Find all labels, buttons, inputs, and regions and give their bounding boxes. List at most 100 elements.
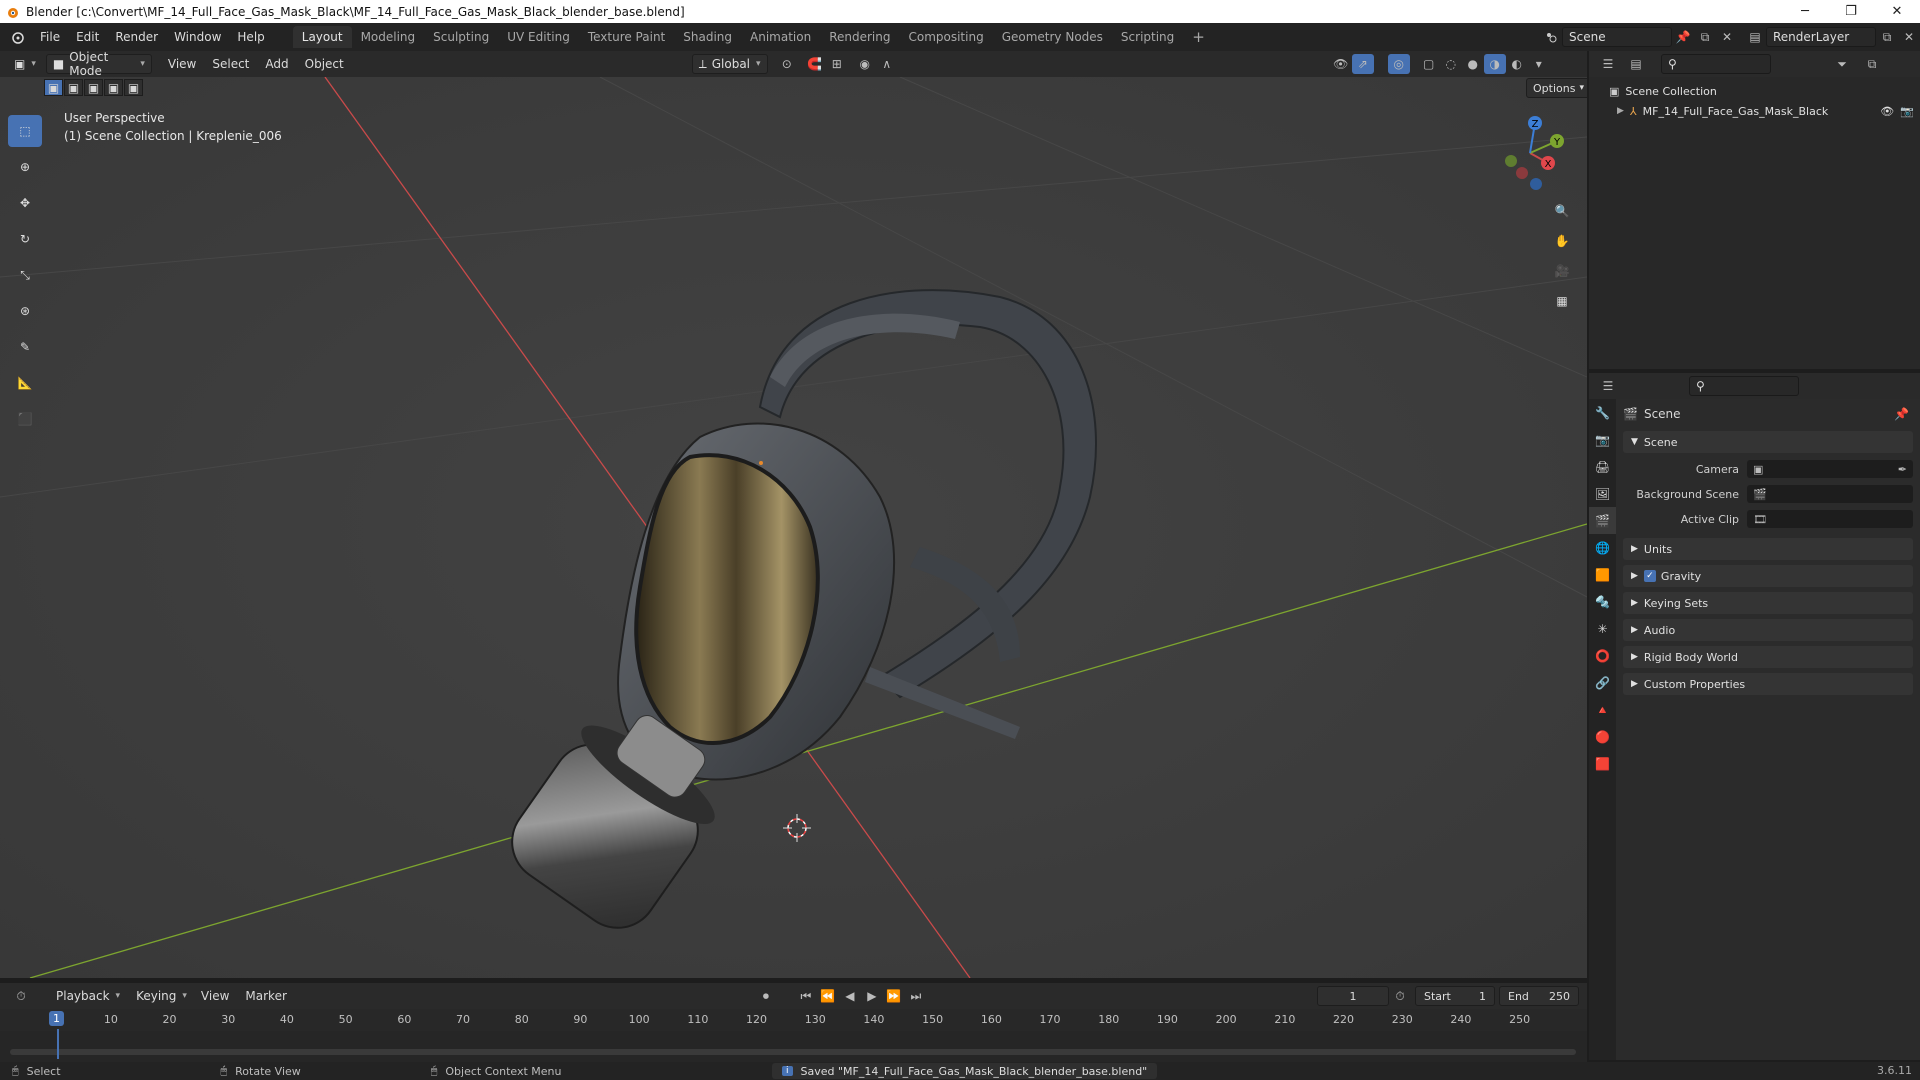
- snap-target-icon[interactable]: ⊞: [826, 54, 848, 74]
- menu-file[interactable]: File: [32, 26, 68, 48]
- annotate-tool-icon[interactable]: ✎: [8, 331, 42, 363]
- outliner-row-scene-collection[interactable]: ▣ Scene Collection: [1589, 81, 1920, 101]
- playback-menu[interactable]: Playback ▾: [50, 986, 126, 1006]
- custom-properties-section[interactable]: ▶ Custom Properties: [1623, 673, 1913, 695]
- filter-icon[interactable]: ⏷: [1831, 54, 1853, 74]
- display-mode-icon[interactable]: ▤: [1625, 54, 1647, 74]
- snap-icon[interactable]: 🧲: [804, 54, 826, 74]
- menu-help[interactable]: Help: [229, 26, 272, 48]
- orientation-dropdown[interactable]: ⟂ Global ▾: [691, 54, 768, 74]
- outliner-search-input[interactable]: ⚲: [1661, 54, 1771, 74]
- render-tab-icon[interactable]: 📷: [1589, 426, 1616, 453]
- timeline-editor-type-icon[interactable]: ⏱: [10, 986, 32, 1006]
- play-icon[interactable]: ▶: [861, 986, 883, 1006]
- next-keyframe-icon[interactable]: ⏩: [883, 986, 905, 1006]
- pin-icon[interactable]: 📌: [1894, 407, 1909, 421]
- tab-layout[interactable]: Layout: [292, 26, 352, 48]
- scene-tab-icon[interactable]: 🎬: [1589, 507, 1616, 534]
- physics-tab-icon[interactable]: ⭕: [1589, 642, 1616, 669]
- new-collection-icon[interactable]: ⧉: [1861, 54, 1883, 74]
- pivot-icon[interactable]: ⊙: [776, 54, 798, 74]
- eyedropper-icon[interactable]: ✒: [1898, 463, 1907, 476]
- eye-icon[interactable]: 👁: [1880, 105, 1894, 118]
- current-frame-field[interactable]: 1: [1317, 986, 1389, 1006]
- tab-texture-paint[interactable]: Texture Paint: [579, 26, 674, 48]
- renderlayer-selector[interactable]: RenderLayer: [1766, 27, 1876, 47]
- tab-geometry-nodes[interactable]: Geometry Nodes: [993, 26, 1112, 48]
- preview-range-icon[interactable]: ⏱: [1389, 986, 1411, 1006]
- start-frame-field[interactable]: Start 1: [1415, 986, 1495, 1006]
- 3d-viewport[interactable]: ▣ ▣ ▣ ▣ ▣ Options ▾ ⬚ ⊕ ✥ ↻ ⤡ ⊛ ✎ 📐 ⬛ Use…: [0, 77, 1587, 978]
- scene-selector[interactable]: Scene: [1562, 27, 1672, 47]
- vp-menu-add[interactable]: Add: [257, 53, 296, 75]
- new-scene-icon[interactable]: ⧉: [1694, 27, 1716, 47]
- falloff-icon[interactable]: ∧: [876, 54, 898, 74]
- audio-section[interactable]: ▶ Audio: [1623, 619, 1913, 641]
- jump-end-icon[interactable]: ⏭: [905, 986, 927, 1006]
- navigation-gizmo[interactable]: X Y Z: [1490, 113, 1570, 193]
- end-frame-field[interactable]: End 250: [1499, 986, 1579, 1006]
- gravity-checkbox[interactable]: ✓: [1643, 570, 1656, 582]
- visibility-icon[interactable]: 👁: [1330, 54, 1352, 74]
- data-tab-icon[interactable]: 🔺: [1589, 696, 1616, 723]
- jump-start-icon[interactable]: ⏮: [795, 986, 817, 1006]
- timeline-view-menu[interactable]: View: [193, 989, 237, 1003]
- vp-menu-object[interactable]: Object: [297, 53, 352, 75]
- timeline-marker-menu[interactable]: Marker: [237, 989, 294, 1003]
- select-invert-icon[interactable]: ▣: [104, 79, 123, 96]
- tab-scripting[interactable]: Scripting: [1112, 26, 1183, 48]
- camera-view-icon[interactable]: 🎥: [1548, 257, 1576, 285]
- texture-tab-icon[interactable]: 🟥: [1589, 750, 1616, 777]
- select-extend-icon[interactable]: ▣: [64, 79, 83, 96]
- delete-renderlayer-icon[interactable]: ✕: [1898, 27, 1920, 47]
- scale-tool-icon[interactable]: ⤡: [8, 259, 42, 291]
- particles-tab-icon[interactable]: ✳: [1589, 615, 1616, 642]
- keying-menu[interactable]: Keying ▾: [130, 986, 193, 1006]
- maximize-button[interactable]: ❐: [1828, 0, 1874, 23]
- frame-ruler[interactable]: 1 10 20 30 40 50 60 70 80 90 100 110 120 130 140 150 160…: [0, 1009, 1587, 1031]
- background-scene-field[interactable]: 🎬: [1747, 485, 1913, 503]
- gizmo-toggle-icon[interactable]: ⇗: [1351, 54, 1374, 74]
- camera-render-icon[interactable]: 📷: [1900, 105, 1914, 118]
- menu-window[interactable]: Window: [166, 26, 229, 48]
- properties-search-input[interactable]: ⚲: [1689, 376, 1799, 396]
- select-intersect-icon[interactable]: ▣: [124, 79, 143, 96]
- close-button[interactable]: ✕: [1874, 0, 1920, 23]
- outliner-editor-type-icon[interactable]: ☰: [1597, 54, 1619, 74]
- tab-compositing[interactable]: Compositing: [899, 26, 992, 48]
- pan-hand-icon[interactable]: ✋: [1548, 227, 1576, 255]
- view-layer-tab-icon[interactable]: 🖼: [1589, 480, 1616, 507]
- keying-sets-section[interactable]: ▶ Keying Sets: [1623, 592, 1913, 614]
- vp-menu-select[interactable]: Select: [204, 53, 257, 75]
- tab-modeling[interactable]: Modeling: [352, 26, 425, 48]
- move-tool-icon[interactable]: ✥: [8, 187, 42, 219]
- ortho-grid-icon[interactable]: ▦: [1548, 287, 1576, 315]
- outliner-row-object[interactable]: ▶ ⅄ MF_14_Full_Face_Gas_Mask_Black 👁 📷: [1589, 101, 1920, 121]
- gravity-section[interactable]: ▶ ✓ Gravity: [1623, 565, 1913, 587]
- overlay-toggle-icon[interactable]: ◎: [1387, 54, 1410, 74]
- prev-keyframe-icon[interactable]: ⏪: [817, 986, 839, 1006]
- tab-sculpting[interactable]: Sculpting: [424, 26, 498, 48]
- tab-uv-editing[interactable]: UV Editing: [498, 26, 579, 48]
- cursor-tool-icon[interactable]: ⊕: [8, 151, 42, 183]
- scene-section-header[interactable]: ▼ Scene: [1623, 431, 1913, 453]
- shading-options-icon[interactable]: ▾: [1528, 54, 1550, 74]
- select-new-icon[interactable]: ▣: [44, 79, 63, 96]
- expand-arrow-icon[interactable]: ▶: [1617, 106, 1624, 116]
- editor-type-dropdown[interactable]: ▣ ▾: [8, 54, 42, 74]
- object-tab-icon[interactable]: 🟧: [1589, 561, 1616, 588]
- minimize-button[interactable]: ─: [1782, 0, 1828, 23]
- tab-animation[interactable]: Animation: [741, 26, 820, 48]
- properties-editor-type-icon[interactable]: ☰: [1597, 376, 1619, 396]
- timeline[interactable]: 1 10 20 30 40 50 60 70 80 90 100 110 120 130 140 150 160…: [0, 1009, 1587, 1062]
- solid-shading-icon[interactable]: ●: [1462, 54, 1484, 74]
- blender-menu-icon[interactable]: [6, 27, 28, 47]
- select-subtract-icon[interactable]: ▣: [84, 79, 103, 96]
- wireframe-shading-icon[interactable]: ◌: [1440, 54, 1462, 74]
- camera-field[interactable]: ▣ ✒: [1747, 460, 1913, 478]
- tab-shading[interactable]: Shading: [674, 26, 741, 48]
- proportional-edit-icon[interactable]: ◉: [854, 54, 876, 74]
- output-tab-icon[interactable]: 🖨: [1589, 453, 1616, 480]
- modifier-tab-icon[interactable]: 🔩: [1589, 588, 1616, 615]
- rendered-shading-icon[interactable]: ◐: [1506, 54, 1528, 74]
